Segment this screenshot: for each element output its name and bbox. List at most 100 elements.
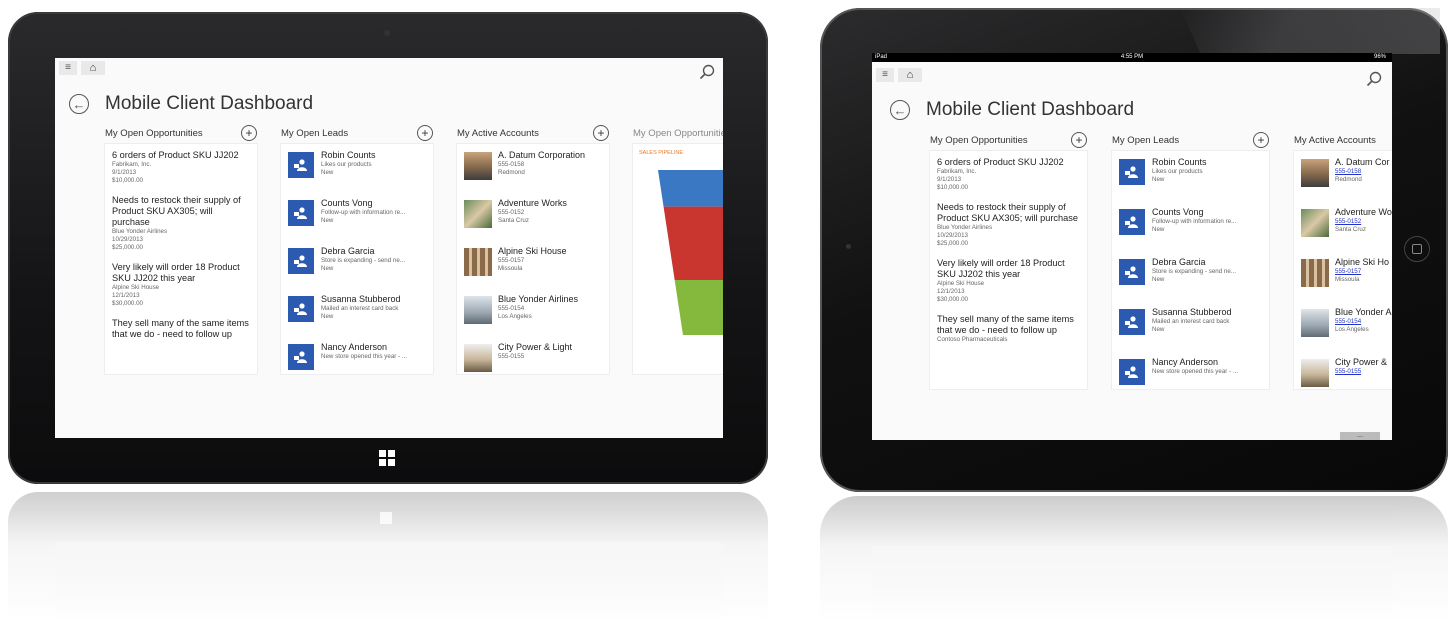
- list-item[interactable]: They sell many of the same items that we…: [112, 318, 250, 340]
- screen-reflection: [55, 542, 723, 622]
- leads-column: My Open Leads + Robin Counts Likes our pro…: [1112, 129, 1269, 389]
- account-image: [1301, 309, 1329, 337]
- list-item[interactable]: Debra Garcia Store is expanding - send ne…: [288, 246, 426, 294]
- list-item[interactable]: Debra Garcia Store is expanding - send ne…: [1119, 257, 1262, 307]
- page-header: ← Mobile Client Dashboard: [69, 93, 313, 115]
- list-item[interactable]: Very likely will order 18 Product SKU JJ…: [112, 262, 250, 308]
- list-item[interactable]: Alpine Ski House 555-0157 Missoula: [464, 246, 602, 294]
- list-item[interactable]: Adventure Wo 555-0152 Santa Cruz: [1301, 207, 1392, 257]
- funnel-stage: [658, 170, 723, 207]
- list-item[interactable]: Needs to restock their supply of Product…: [937, 202, 1080, 248]
- windows-reflection: [8, 492, 768, 622]
- account-image: [1301, 259, 1329, 287]
- pipeline-chart-card: SALES PIPELINE: [633, 144, 723, 374]
- back-button[interactable]: ←: [69, 94, 89, 114]
- battery-level: 96%: [1373, 54, 1386, 60]
- lead-icon: [1119, 209, 1145, 235]
- funnel-stage: [674, 280, 723, 335]
- accounts-card: A. Datum Cor 555-0158 Redmond Adventure Wo…: [1294, 151, 1392, 389]
- app-bar: ≡ ⌂: [55, 58, 723, 80]
- add-opportunity-button[interactable]: +: [1071, 132, 1087, 148]
- column-title: My Active Accounts: [457, 127, 539, 139]
- account-image: [464, 344, 492, 372]
- lead-icon: [288, 200, 314, 226]
- page-title: Mobile Client Dashboard: [926, 99, 1135, 120]
- add-lead-button[interactable]: +: [1253, 132, 1269, 148]
- accounts-card: A. Datum Corporation 555-0158 Redmond Adve…: [457, 144, 609, 374]
- opportunities-column: My Open Opportunities + 6 orders of Produ…: [930, 129, 1087, 389]
- list-item[interactable]: Susanna Stubberod Mailed an interest card…: [1119, 307, 1262, 357]
- search-icon[interactable]: [1366, 71, 1382, 87]
- list-item[interactable]: Adventure Works 555-0152 Santa Cruz: [464, 198, 602, 246]
- list-item[interactable]: Blue Yonder A 555-0154 Los Angeles: [1301, 307, 1392, 357]
- camera-icon: [846, 244, 851, 249]
- list-item[interactable]: 6 orders of Product SKU JJ202 Fabrikam, I…: [937, 157, 1080, 192]
- list-item[interactable]: Alpine Ski Ho 555-0157 Missoula: [1301, 257, 1392, 307]
- list-item[interactable]: A. Datum Corporation 555-0158 Redmond: [464, 150, 602, 198]
- menu-icon[interactable]: ≡: [59, 61, 77, 75]
- more-button[interactable]: ...: [1340, 432, 1380, 440]
- windows-logo-icon[interactable]: [379, 450, 395, 466]
- account-image: [1301, 359, 1329, 387]
- opportunities-column: My Open Opportunities + 6 orders of Produ…: [105, 122, 257, 374]
- column-title: My Open Opportunities: [105, 127, 203, 139]
- leads-card: Robin Counts Likes our products New Counts…: [281, 144, 433, 374]
- account-image: [1301, 209, 1329, 237]
- lead-icon: [288, 296, 314, 322]
- add-lead-button[interactable]: +: [417, 125, 433, 141]
- column-title: My Open Opportunities: [633, 127, 723, 139]
- windows-screen: ≡ ⌂ ← Mobile Client Dashboard My Open Op…: [55, 58, 723, 438]
- status-time: 4:55 PM: [1120, 54, 1144, 60]
- list-item[interactable]: Nancy Anderson New store opened this year…: [1119, 357, 1262, 389]
- column-title: My Active Accounts: [1294, 134, 1376, 146]
- lead-icon: [288, 344, 314, 370]
- page-title: Mobile Client Dashboard: [105, 93, 314, 114]
- glare: [1180, 8, 1440, 54]
- column-title: My Open Leads: [1112, 134, 1180, 146]
- account-image: [464, 296, 492, 324]
- list-item[interactable]: 6 orders of Product SKU JJ202 Fabrikam, I…: [112, 150, 250, 185]
- list-item[interactable]: Very likely will order 18 Product SKU JJ…: [937, 258, 1080, 304]
- lead-icon: [1119, 309, 1145, 335]
- column-title: My Open Leads: [281, 127, 349, 139]
- add-opportunity-button[interactable]: +: [241, 125, 257, 141]
- menu-icon[interactable]: ≡: [876, 68, 894, 82]
- list-item[interactable]: Nancy Anderson New store opened this year…: [288, 342, 426, 374]
- ipad-screen: iPad 4:55 PM 96% ≡ ⌂ ← Mobile Client Das…: [872, 53, 1392, 440]
- leads-column: My Open Leads + Robin Counts Likes our pro…: [281, 122, 433, 374]
- lead-icon: [288, 152, 314, 178]
- list-item[interactable]: Needs to restock their supply of Product…: [112, 195, 250, 252]
- screen-reflection: [872, 546, 1392, 622]
- list-item[interactable]: Blue Yonder Airlines 555-0154 Los Angeles: [464, 294, 602, 342]
- sales-pipeline-funnel: [658, 170, 723, 335]
- lead-icon: [1119, 159, 1145, 185]
- account-image: [1301, 159, 1329, 187]
- funnel-stage: [663, 206, 723, 280]
- list-item[interactable]: Counts Vong Follow-up with information re…: [1119, 207, 1262, 257]
- list-item[interactable]: They sell many of the same items that we…: [937, 314, 1080, 344]
- page-header: ← Mobile Client Dashboard: [890, 99, 1134, 121]
- lead-icon: [288, 248, 314, 274]
- list-item[interactable]: Robin Counts Likes our products New: [1119, 157, 1262, 207]
- accounts-column: My Active Accounts + A. Datum Corporation…: [457, 122, 609, 374]
- search-icon[interactable]: [699, 64, 715, 80]
- list-item[interactable]: A. Datum Cor 555-0158 Redmond: [1301, 157, 1392, 207]
- back-button[interactable]: ←: [890, 100, 910, 120]
- list-item[interactable]: Susanna Stubberod Mailed an interest card…: [288, 294, 426, 342]
- column-title: My Open Opportunities: [930, 134, 1028, 146]
- chart-title: SALES PIPELINE: [639, 150, 684, 156]
- status-bar: iPad 4:55 PM 96%: [872, 53, 1392, 62]
- app-bar: ≡ ⌂: [872, 65, 1392, 87]
- list-item[interactable]: Counts Vong Follow-up with information re…: [288, 198, 426, 246]
- lead-icon: [1119, 259, 1145, 285]
- ipad-reflection: [820, 496, 1448, 622]
- list-item[interactable]: City Power & Light 555-0155: [464, 342, 602, 374]
- list-item[interactable]: City Power & 555-0155: [1301, 357, 1392, 389]
- home-icon[interactable]: ⌂: [81, 61, 105, 75]
- camera-icon: [384, 30, 390, 36]
- home-button[interactable]: [1404, 236, 1430, 262]
- list-item[interactable]: Robin Counts Likes our products New: [288, 150, 426, 198]
- home-icon[interactable]: ⌂: [898, 68, 922, 82]
- add-account-button[interactable]: +: [593, 125, 609, 141]
- accounts-column: My Active Accounts A. Datum Cor 555-0158 R…: [1294, 129, 1392, 389]
